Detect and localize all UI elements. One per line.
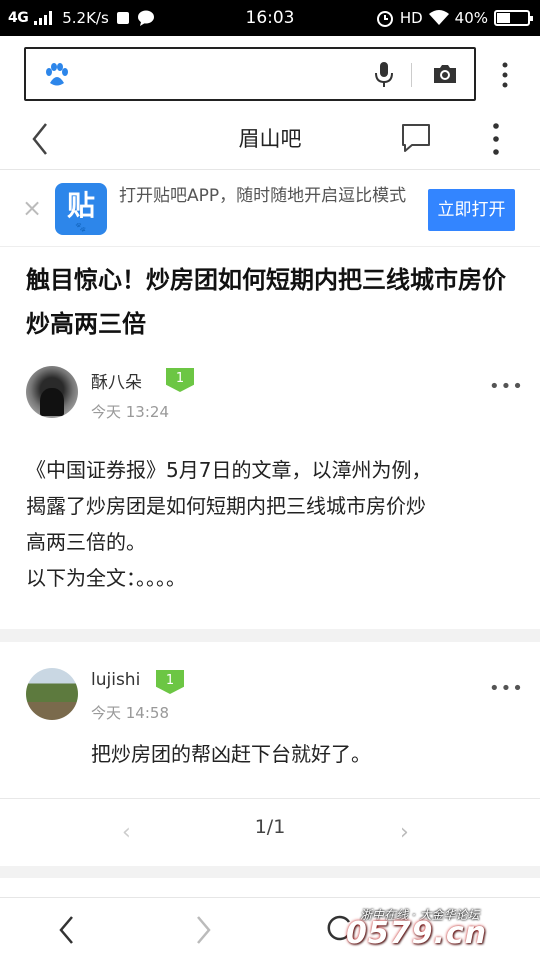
search-input[interactable] [24, 47, 476, 101]
level-badge: 1 [166, 368, 194, 392]
page-title: 眉山吧 [238, 127, 302, 151]
camera-icon[interactable] [432, 63, 458, 85]
reply-text: 把炒房团的帮凶赶下台就好了。 [91, 742, 371, 766]
open-app-button[interactable]: 立即打开 [428, 189, 515, 231]
browser-menu-icon[interactable] [497, 62, 513, 88]
reply-more-icon[interactable]: ••• [489, 678, 524, 699]
divider [0, 798, 540, 799]
page-indicator: 1/1 [254, 816, 286, 838]
app-download-banner: × 贴 🐾 打开贴吧APP，随时随地开启逗比模式 立即打开 [0, 171, 540, 247]
watermark-logo-text: 0579.cn [346, 916, 488, 951]
browser-search-area [0, 36, 540, 108]
post-body-line: 揭露了炒房团是如何短期内把三线城市房价炒 [26, 494, 426, 518]
reply-time: 今天 14:58 [91, 704, 169, 722]
avatar[interactable] [26, 366, 78, 418]
nav-forward-icon[interactable] [192, 914, 214, 946]
reply-level-badge: 1 [156, 670, 184, 694]
battery-percent: 40% [454, 9, 488, 27]
more-vertical-icon[interactable] [486, 122, 506, 156]
post-title: 触目惊心！炒房团如何短期内把三线城市房价炒高两三倍 [26, 266, 506, 338]
battery-level [497, 13, 510, 23]
search-separator [411, 63, 412, 87]
post-more-icon[interactable]: ••• [489, 376, 524, 397]
next-page-button[interactable]: › [400, 820, 409, 845]
alarm-icon [376, 11, 393, 27]
post-body: 《中国证券报》5月7日的文章，以漳州为例， 揭露了炒房团是如何短期内把三线城市房… [26, 452, 524, 596]
post-body-line: 高两三倍的。 [26, 530, 146, 554]
page-header: 眉山吧 [0, 108, 540, 170]
post-time: 今天 13:24 [91, 403, 169, 421]
comment-icon[interactable] [400, 122, 432, 154]
reply-author-name[interactable]: lujishi [91, 670, 140, 690]
baidu-paw-icon[interactable] [44, 63, 70, 87]
site-watermark: 浙中在线 · 大金华论坛 0579.cn [346, 898, 538, 954]
close-icon[interactable]: × [22, 195, 42, 221]
wifi-icon [428, 10, 449, 25]
hd-indicator: HD [399, 9, 423, 27]
tieba-logo-text: 贴 [66, 189, 95, 222]
tieba-logo: 贴 🐾 [55, 183, 107, 235]
mic-icon[interactable] [374, 61, 394, 89]
nav-back-icon[interactable] [56, 914, 78, 946]
status-right: HD 40% [376, 0, 533, 36]
tieba-paw-icon: 🐾 [75, 223, 87, 233]
author-name[interactable]: 酥八朵 [91, 368, 142, 393]
post-body-line: 《中国证券报》5月7日的文章，以漳州为例， [26, 458, 432, 482]
post-body-line: 以下为全文：。。。。 [26, 566, 186, 590]
battery-icon [494, 10, 533, 26]
banner-text: 打开贴吧APP，随时随地开启逗比模式 [119, 186, 407, 206]
section-separator [0, 866, 540, 878]
status-bar: 4G 5.2K/s 16:03 HD 40% [0, 0, 540, 36]
reply-avatar[interactable] [26, 668, 78, 720]
section-separator [0, 629, 540, 642]
